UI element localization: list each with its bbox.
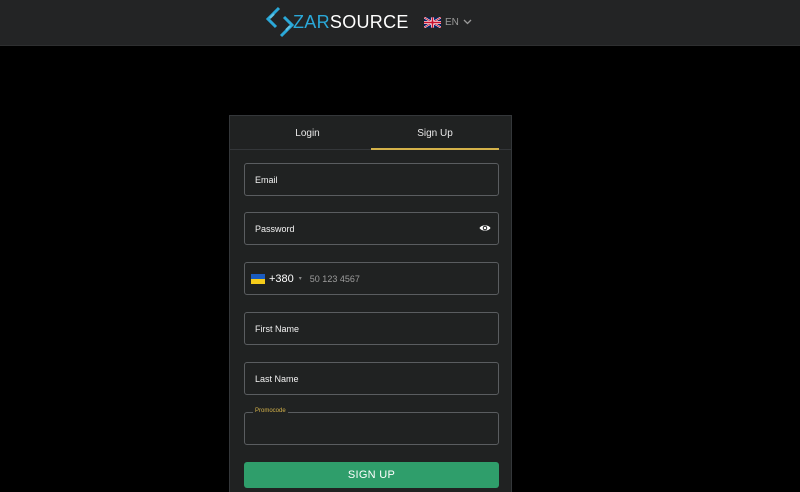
sign-up-button[interactable]: SIGN UP	[244, 462, 499, 488]
phone-field[interactable]: +380 ▾ 50 123 4567	[244, 262, 499, 295]
site-logo[interactable]: ZARSOURCE	[265, 6, 409, 38]
first-name-placeholder: First Name	[255, 323, 300, 334]
country-code[interactable]: +380	[269, 273, 294, 285]
email-field[interactable]: Email	[244, 163, 499, 196]
logo-text-rest: SOURCE	[329, 11, 409, 32]
logo-text-highlight: ZAR	[293, 11, 330, 32]
zarsource-logo-icon	[265, 6, 295, 38]
top-header: ZARSOURCE EN	[0, 0, 800, 46]
email-placeholder: Email	[255, 174, 278, 185]
promocode-label: Promocode	[253, 408, 288, 414]
ukraine-flag-icon[interactable]	[251, 273, 265, 284]
auth-card: Login Sign Up Email Password +380 ▾ 50 1…	[229, 115, 512, 492]
promocode-field[interactable]: Promocode	[244, 408, 499, 445]
phone-placeholder: 50 123 4567	[309, 273, 360, 284]
last-name-placeholder: Last Name	[255, 373, 299, 384]
language-code: EN	[445, 16, 459, 28]
country-dropdown-icon[interactable]: ▾	[299, 275, 302, 282]
chevron-down-icon	[463, 19, 472, 25]
language-selector[interactable]: EN	[424, 15, 472, 29]
first-name-field[interactable]: First Name	[244, 312, 499, 345]
active-tab-indicator	[371, 148, 499, 150]
last-name-field[interactable]: Last Name	[244, 362, 499, 395]
password-field[interactable]: Password	[244, 212, 499, 245]
password-placeholder: Password	[255, 223, 295, 234]
uk-flag-icon	[424, 16, 441, 28]
tab-login[interactable]: Login	[244, 116, 371, 150]
logo-text: ZARSOURCE	[293, 12, 409, 33]
eye-icon[interactable]	[479, 223, 491, 233]
auth-tabs: Login Sign Up	[230, 116, 511, 150]
tab-sign-up[interactable]: Sign Up	[371, 116, 499, 150]
